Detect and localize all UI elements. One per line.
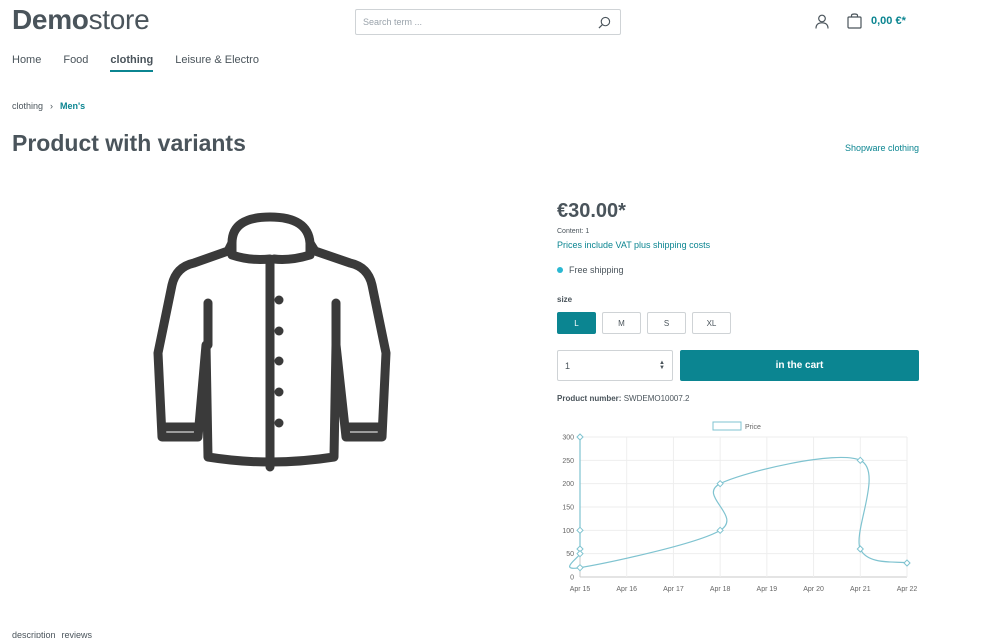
product-price: €30.00* bbox=[557, 200, 626, 222]
shipping-info: Free shipping bbox=[557, 265, 624, 275]
nav-item-food[interactable]: Food bbox=[63, 54, 88, 72]
chart-data-point bbox=[856, 545, 864, 553]
chart-data-point bbox=[903, 559, 911, 567]
chart-x-tick-label: Apr 19 bbox=[757, 586, 778, 593]
chart-data-point bbox=[576, 563, 584, 572]
chart-x-tick-label: Apr 20 bbox=[803, 586, 824, 593]
size-option-l[interactable]: L bbox=[557, 312, 596, 334]
chart-data-point bbox=[856, 456, 864, 465]
chart-x-tick-label: Apr 15 bbox=[570, 586, 591, 593]
chart-y-tick-label: 50 bbox=[566, 551, 574, 558]
search-icon[interactable] bbox=[598, 16, 611, 29]
product-number-value: SWDEMO10007.2 bbox=[623, 394, 690, 403]
nav-item-home[interactable]: Home bbox=[12, 54, 41, 72]
size-option-m[interactable]: M bbox=[602, 312, 641, 334]
product-number-label: Product number: bbox=[557, 394, 622, 403]
price-chart: 050100150200250300 Apr 15 Apr 16 Apr 17 Apr… bbox=[562, 421, 918, 593]
store-logo[interactable]: Demostore bbox=[12, 4, 150, 36]
tab-reviews[interactable]: reviews bbox=[62, 630, 93, 638]
cart-icon[interactable] bbox=[847, 12, 862, 29]
chart-data-point bbox=[576, 433, 584, 441]
chart-legend-swatch bbox=[712, 421, 742, 431]
nav-item-leisure-electro[interactable]: Leisure & Electro bbox=[175, 54, 259, 72]
size-options: L M S XL bbox=[557, 312, 731, 334]
chevron-right-icon: › bbox=[50, 101, 54, 111]
chart-y-tick-label: 250 bbox=[562, 458, 574, 465]
breadcrumb: clothing › Men's bbox=[12, 101, 85, 111]
delivery-status-dot bbox=[557, 267, 563, 273]
size-option-xl[interactable]: XL bbox=[692, 312, 731, 334]
logo-light-text: store bbox=[88, 4, 150, 35]
breadcrumb-clothing[interactable]: clothing bbox=[12, 101, 43, 111]
breadcrumb-mens[interactable]: Men's bbox=[60, 101, 85, 111]
chart-data-point bbox=[716, 479, 724, 488]
nav-item-clothing[interactable]: clothing bbox=[110, 54, 154, 72]
chart-legend-label: Price bbox=[745, 424, 761, 431]
tab-description[interactable]: description bbox=[12, 630, 56, 638]
chart-data-point bbox=[576, 526, 584, 535]
chart-x-tick-labels: Apr 15 Apr 16 Apr 17 Apr 18 Apr 19 Apr 20 Apr … bbox=[570, 586, 918, 593]
size-option-s[interactable]: S bbox=[647, 312, 686, 334]
chart-series-line-price bbox=[569, 437, 908, 569]
size-label: size bbox=[557, 295, 573, 304]
search-input[interactable] bbox=[363, 17, 593, 27]
product-detail-tabs: description reviews bbox=[12, 630, 92, 638]
select-arrows-icon: ▲ ▼ bbox=[659, 360, 665, 371]
manufacturer-link[interactable]: Shopware clothing bbox=[845, 143, 919, 153]
chart-y-tick-label: 200 bbox=[562, 481, 574, 488]
vat-shipping-link[interactable]: Prices include VAT plus shipping costs bbox=[557, 240, 710, 250]
chart-x-tick-label: Apr 16 bbox=[616, 586, 637, 593]
chart-x-tick-label: Apr 21 bbox=[850, 586, 871, 593]
account-icon[interactable] bbox=[815, 14, 829, 29]
add-to-cart-button[interactable]: in the cart bbox=[680, 350, 919, 381]
chart-x-tick-label: Apr 17 bbox=[663, 586, 684, 593]
chart-y-tick-label: 100 bbox=[562, 528, 574, 535]
chart-x-tick-label: Apr 22 bbox=[897, 586, 918, 593]
chart-y-tick-labels: 0 50 100 150 200 250 300 bbox=[562, 435, 574, 582]
search-box bbox=[355, 9, 621, 35]
page-title: Product with variants bbox=[12, 130, 246, 156]
shipping-text: Free shipping bbox=[569, 265, 624, 275]
product-number: Product number: SWDEMO10007.2 bbox=[557, 394, 690, 403]
cart-total[interactable]: 0,00 €* bbox=[871, 15, 906, 27]
jacket-product-image[interactable] bbox=[150, 205, 395, 475]
chart-y-tick-label: 0 bbox=[570, 575, 574, 582]
chart-grid bbox=[579, 436, 908, 578]
product-content: Content: 1 bbox=[557, 228, 590, 235]
main-navigation: Home Food clothing Leisure & Electro bbox=[12, 54, 281, 72]
chart-x-tick-label: Apr 18 bbox=[710, 586, 731, 593]
quantity-value: 1 bbox=[565, 360, 571, 371]
chart-y-tick-label: 150 bbox=[562, 505, 574, 512]
chart-y-tick-label: 300 bbox=[562, 435, 574, 442]
logo-bold-text: Demo bbox=[12, 4, 89, 35]
quantity-select[interactable]: 1 ▲ ▼ bbox=[557, 350, 673, 381]
